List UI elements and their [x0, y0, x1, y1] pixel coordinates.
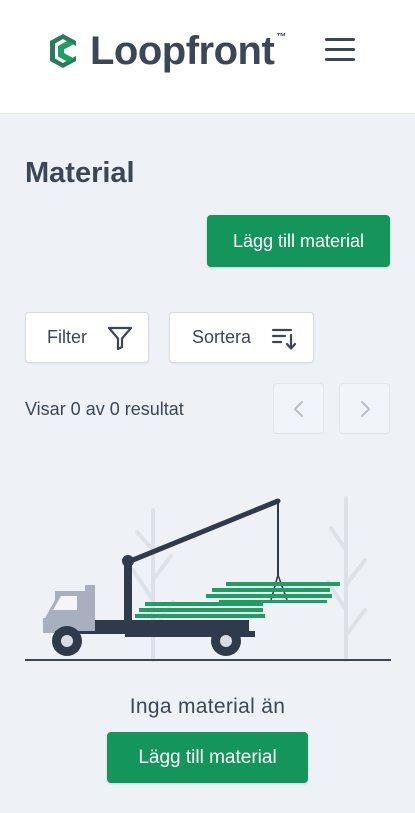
- page-title: Material: [25, 157, 135, 189]
- filter-label: Filter: [47, 327, 87, 347]
- results-count: Visar 0 av 0 resultat: [25, 399, 184, 419]
- funnel-icon: [107, 326, 133, 351]
- add-material-button[interactable]: Lägg till material: [207, 215, 390, 267]
- empty-state-illustration: [25, 496, 391, 662]
- app-header: Loopfront ™: [0, 0, 415, 114]
- loopfront-logo-icon: [50, 34, 76, 68]
- empty-state-message: Inga material än: [129, 695, 286, 718]
- sort-label: Sortera: [192, 327, 252, 347]
- empty-state-add-material-button[interactable]: Lägg till material: [107, 732, 308, 783]
- chevron-left-icon: [294, 401, 303, 417]
- logo[interactable]: Loopfront ™: [44, 30, 286, 72]
- filter-button[interactable]: Filter: [25, 312, 149, 363]
- hamburger-menu-icon[interactable]: [322, 38, 358, 68]
- chevron-right-icon: [361, 401, 370, 417]
- logo-text: Loopfront: [90, 29, 275, 73]
- sort-descending-icon: [271, 328, 297, 350]
- lumber-stack-truck: [135, 602, 265, 618]
- next-page-button[interactable]: [339, 383, 390, 434]
- trademark-mark: ™: [276, 31, 287, 43]
- previous-page-button[interactable]: [273, 383, 324, 434]
- sort-button[interactable]: Sortera: [169, 312, 314, 363]
